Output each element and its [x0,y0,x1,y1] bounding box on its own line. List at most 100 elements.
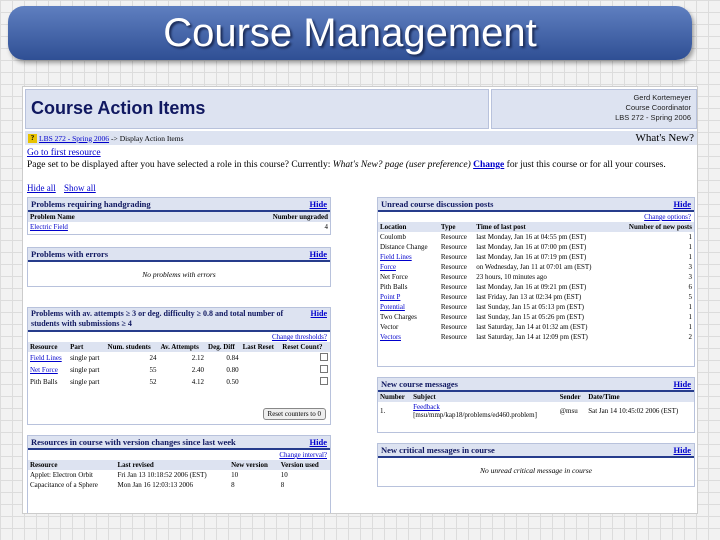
location-link[interactable]: Pith Balls [378,282,439,292]
post-count-cell: 3 [688,263,693,271]
type-cell: Resource [440,233,467,241]
resource-link[interactable]: Pith Balls [28,376,68,388]
problem-link[interactable]: Electric Field [28,222,164,232]
post-count-cell: 2 [688,333,693,341]
table-row: Two Charges Resource last Sunday, Jan 15 a… [378,312,694,322]
table-row: Coulomb Resource last Monday, Jan 16 at 04… [378,232,694,242]
column-header: Last Reset [240,342,281,352]
role-text: Page set to be displayed after you have … [27,160,331,170]
table-row: Net Force Resource 23 hours, 10 minutes ag… [378,272,694,282]
part-cell: single part [70,366,100,374]
breadcrumb-separator: -> [111,133,118,143]
discussion-panel: Unread course discussion posts Hide Chan… [377,197,695,367]
reset-checkbox[interactable] [320,353,328,361]
reset-checkbox[interactable] [320,365,328,373]
column-header: Sender [557,392,587,402]
reset-checkbox[interactable] [320,377,328,385]
students-cell: 55 [149,366,157,374]
reset-counters-button[interactable]: Reset counters to 0 [262,408,326,420]
panel-title: New course messages [381,379,458,389]
location-link[interactable]: Potential [378,302,439,312]
location-link[interactable]: Field Lines [378,252,439,262]
screenshot-frame: Course Action Items Gerd Kortemeyer Cour… [22,86,698,514]
hide-all-link[interactable]: Hide all [27,183,56,193]
attempts-table: Resource Part Num. students Av. Attempts… [28,342,330,388]
table-row: Applet: Electron Orbit Fri Jan 13 10:18:… [28,470,330,480]
post-count-cell: 1 [688,243,693,251]
message-number: 1. [380,407,386,415]
resource-link[interactable]: Field Lines [28,352,68,364]
panel-header: Problems requiring handgrading Hide [28,198,330,212]
resource-link[interactable]: Capacitance of a Sphere [28,480,116,490]
hide-link[interactable]: Hide [310,199,327,209]
attempts-panel: Problems with av. attempts ≥ 3 or deg. d… [27,307,331,425]
location-link[interactable]: Force [378,262,439,272]
location-link[interactable]: Point P [378,292,439,302]
resource-link[interactable]: Applet: Electron Orbit [28,470,116,480]
hide-link[interactable]: Hide [674,445,691,455]
type-cell: Resource [440,243,467,251]
students-cell: 24 [149,354,157,362]
difficulty-cell: 0.84 [226,354,239,362]
change-page-button[interactable]: Change [473,160,504,170]
difficulty-cell: 0.50 [226,378,239,386]
post-count-cell: 1 [688,233,693,241]
breadcrumb-current: Display Action Items [119,133,184,143]
panel-title: Problems requiring handgrading [31,199,151,209]
last-post-cell: last Saturday, Jan 14 at 01:32 am (EST) [476,323,588,331]
column-header: Resource [28,460,116,470]
change-options-link[interactable]: Change options? [644,213,691,221]
show-all-link[interactable]: Show all [64,183,96,193]
difficulty-cell: 0.80 [226,366,239,374]
panel-header: New critical messages in course Hide [378,444,694,458]
ungraded-count: 4 [324,223,329,231]
location-link[interactable]: Net Force [378,272,439,282]
location-link[interactable]: Two Charges [378,312,439,322]
attempts-cell: 4.12 [191,378,205,386]
last-post-cell: last Monday, Jan 16 at 04:55 pm (EST) [476,233,587,241]
user-name: Gerd Kortemeyer [633,93,691,102]
last-post-cell: last Monday, Jan 16 at 07:19 pm (EST) [476,253,587,261]
critical-panel: New critical messages in course Hide No … [377,443,695,487]
hide-link[interactable]: Hide [311,309,327,329]
help-icon[interactable]: ? [28,133,37,143]
hide-link[interactable]: Hide [674,199,691,209]
location-link[interactable]: Distance Change [378,242,439,252]
current-page-setting: What's New? page (user preference) [332,160,471,170]
attempts-cell: 2.40 [191,366,205,374]
location-link[interactable]: Vector [378,322,439,332]
column-header: Time of last post [474,222,615,232]
panel-title: Problems with av. attempts ≥ 3 or deg. d… [31,309,284,328]
table-row: Point P Resource last Friday, Jan 13 at 02… [378,292,694,302]
message-path: [msu/mmp/kap18/problems/ed460.problem] [413,411,537,419]
post-count-cell: 1 [688,323,693,331]
intro-text: Go to first resource Page set to be disp… [27,147,695,171]
last-post-cell: last Sunday, Jan 15 at 05:26 pm (EST) [476,313,584,321]
change-interval-link[interactable]: Change interval? [279,451,327,459]
message-subject-link[interactable]: Feedback [413,403,555,411]
column-header: Av. Attempts [158,342,207,352]
table-row: Distance Change Resource last Monday, Jan … [378,242,694,252]
type-cell: Resource [440,323,467,331]
location-link[interactable]: Vectors [378,332,439,342]
change-thresholds-link[interactable]: Change thresholds? [272,333,327,341]
panel-title: Unread course discussion posts [381,199,494,209]
post-count-cell: 1 [688,253,693,261]
table-row: Field Lines Resource last Monday, Jan 16 a… [378,252,694,262]
hide-link[interactable]: Hide [310,249,327,259]
first-resource-link[interactable]: Go to first resource [27,148,101,158]
resource-link[interactable]: Net Force [28,364,68,376]
post-count-cell: 3 [688,273,693,281]
type-cell: Resource [440,253,467,261]
hide-link[interactable]: Hide [674,379,691,389]
hide-link[interactable]: Hide [310,437,327,447]
breadcrumb-course-link[interactable]: LBS 272 - Spring 2006 [39,134,109,143]
table-row: Pith Balls Resource last Monday, Jan 16 at… [378,282,694,292]
location-link[interactable]: Coulomb [378,232,439,242]
last-post-cell: 23 hours, 10 minutes ago [476,273,547,281]
type-cell: Resource [440,303,467,311]
panel-header: Resources in course with version changes… [28,436,330,450]
user-role: Course Coordinator [625,103,691,112]
table-row: Capacitance of a Sphere Mon Jan 16 12:03… [28,480,330,490]
part-cell: single part [70,378,100,386]
